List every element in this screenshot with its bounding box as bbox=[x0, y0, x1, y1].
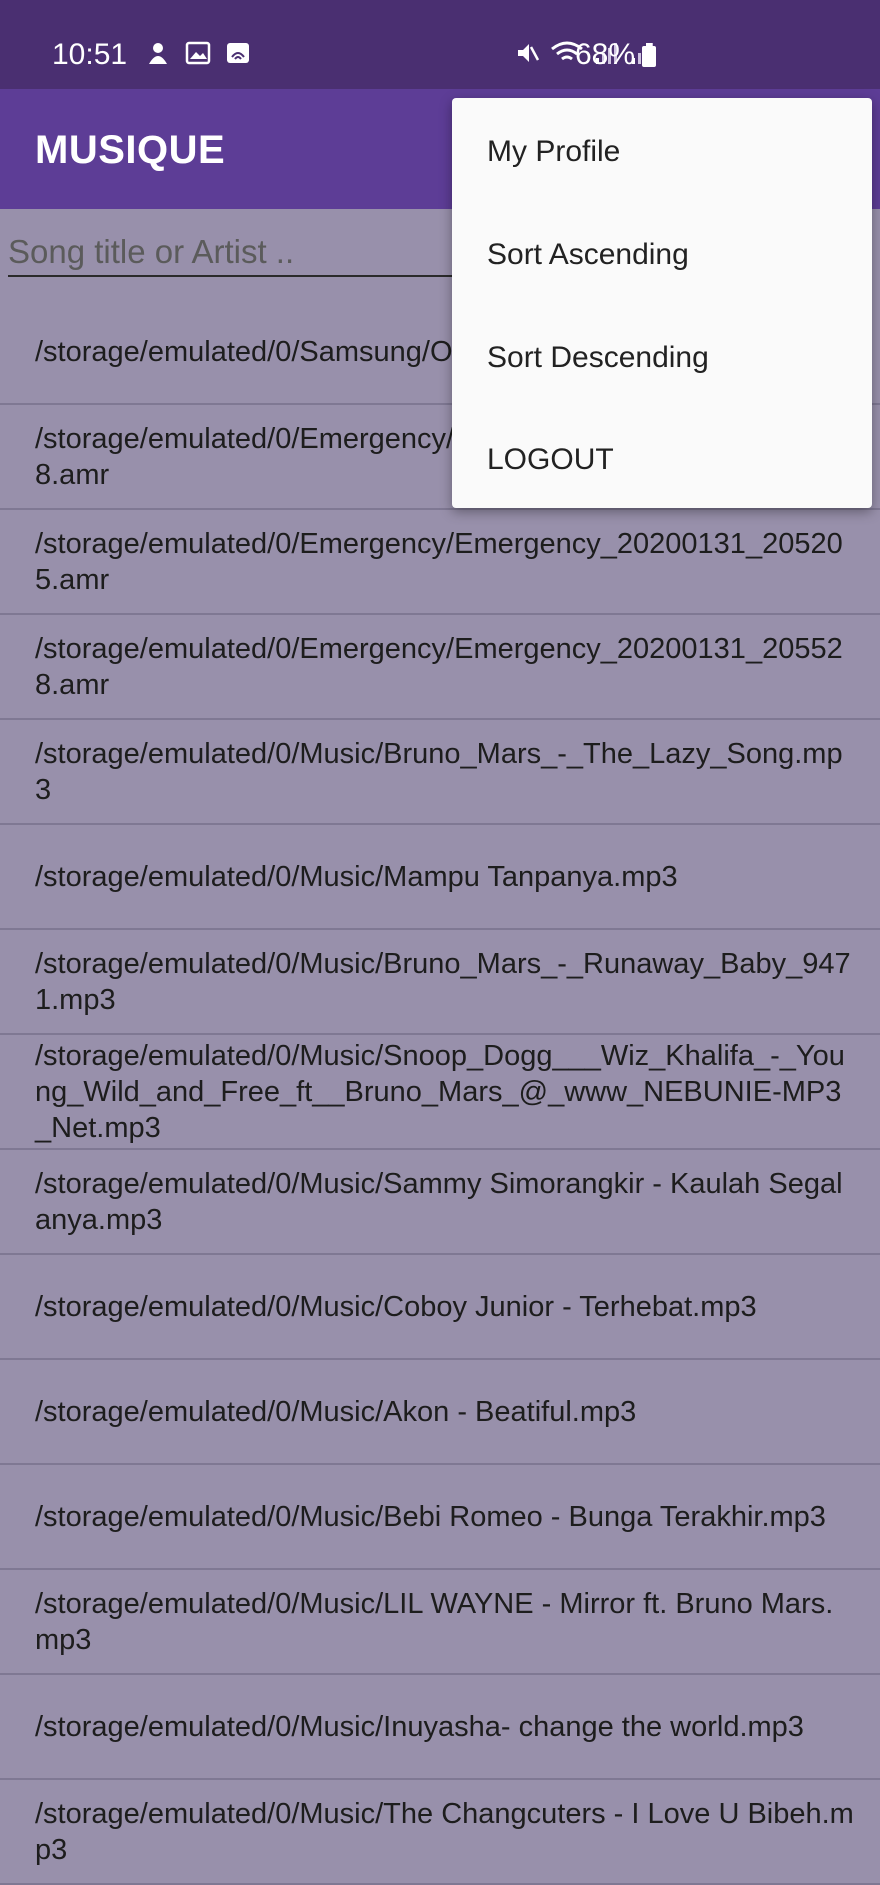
list-item[interactable]: /storage/emulated/0/Music/Coboy Junior -… bbox=[0, 1255, 880, 1360]
song-path: /storage/emulated/0/Music/The Changcuter… bbox=[35, 1797, 854, 1866]
list-item[interactable]: /storage/emulated/0/Music/Mampu Tanpanya… bbox=[0, 825, 880, 930]
status-time: 10:51 bbox=[52, 38, 128, 71]
battery-indicator: 68% bbox=[575, 38, 657, 72]
list-item[interactable]: /storage/emulated/0/Emergency/Emergency_… bbox=[0, 615, 880, 720]
song-path: /storage/emulated/0/Music/LIL WAYNE - Mi… bbox=[35, 1587, 834, 1656]
menu-item-logout[interactable]: LOGOUT bbox=[487, 443, 614, 477]
battery-icon bbox=[642, 43, 657, 67]
cast-icon bbox=[227, 43, 249, 63]
song-path: /storage/emulated/0/Music/Snoop_Dogg___W… bbox=[35, 1039, 845, 1144]
mute-icon bbox=[518, 44, 540, 62]
song-path: /storage/emulated/0/Music/Mampu Tanpanya… bbox=[35, 860, 678, 893]
status-left-icons bbox=[145, 40, 251, 66]
song-path: /storage/emulated/0/Music/Sammy Simorang… bbox=[35, 1167, 843, 1236]
list-item[interactable]: /storage/emulated/0/Music/Sammy Simorang… bbox=[0, 1150, 880, 1255]
list-item[interactable]: /storage/emulated/0/Music/Bebi Romeo - B… bbox=[0, 1465, 880, 1570]
song-path: /storage/emulated/0/Music/Inuyasha- chan… bbox=[35, 1710, 804, 1743]
song-path: /storage/emulated/0/Music/Akon - Beatifu… bbox=[35, 1395, 637, 1428]
song-path: /storage/emulated/0/Music/Bruno_Mars_-_T… bbox=[35, 737, 843, 806]
battery-percent: 68% bbox=[575, 38, 636, 71]
list-item[interactable]: /storage/emulated/0/Music/Akon - Beatifu… bbox=[0, 1360, 880, 1465]
menu-item-sort-descending[interactable]: Sort Descending bbox=[487, 341, 709, 375]
list-item[interactable]: /storage/emulated/0/Music/The Changcuter… bbox=[0, 1780, 880, 1885]
song-path: /storage/emulated/0/Emergency/Emergency_… bbox=[35, 527, 843, 596]
list-item[interactable]: /storage/emulated/0/Music/Inuyasha- chan… bbox=[0, 1675, 880, 1780]
song-path: /storage/emulated/0/Music/Bruno_Mars_-_R… bbox=[35, 947, 851, 1016]
app-title: MUSIQUE bbox=[35, 128, 226, 172]
song-path: /storage/emulated/0/Emergency/Emergency_… bbox=[35, 632, 843, 701]
image-icon bbox=[185, 41, 211, 65]
list-item[interactable]: /storage/emulated/0/Music/LIL WAYNE - Mi… bbox=[0, 1570, 880, 1675]
song-path: /storage/emulated/0/Music/Bebi Romeo - B… bbox=[35, 1500, 826, 1533]
menu-item-my-profile[interactable]: My Profile bbox=[487, 135, 620, 169]
overflow-menu: My Profile Sort Ascending Sort Descendin… bbox=[452, 98, 872, 508]
song-path: /storage/emulated/0/Music/Coboy Junior -… bbox=[35, 1290, 757, 1323]
notification-icon bbox=[149, 43, 167, 64]
list-item[interactable]: /storage/emulated/0/Music/Snoop_Dogg___W… bbox=[0, 1035, 880, 1150]
status-bar: 10:51 68% bbox=[0, 0, 880, 89]
list-item[interactable]: /storage/emulated/0/Music/Bruno_Mars_-_T… bbox=[0, 720, 880, 825]
menu-item-sort-ascending[interactable]: Sort Ascending bbox=[487, 238, 689, 272]
song-list: /storage/emulated/0/Samsung/Over_the_Hor… bbox=[0, 300, 880, 1885]
list-item[interactable]: /storage/emulated/0/Emergency/Emergency_… bbox=[0, 510, 880, 615]
list-item[interactable]: /storage/emulated/0/Music/Bruno_Mars_-_R… bbox=[0, 930, 880, 1035]
